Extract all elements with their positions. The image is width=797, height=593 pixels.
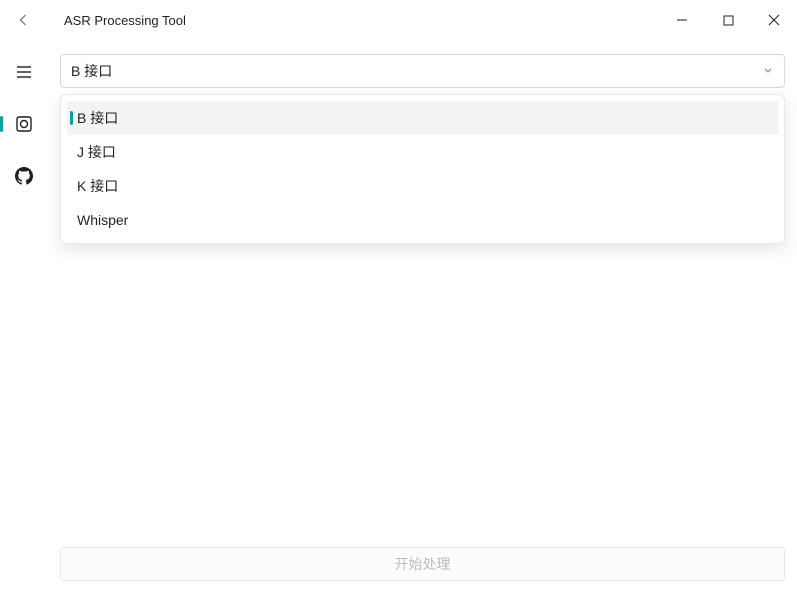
close-icon — [768, 14, 780, 26]
interface-option[interactable]: J 接口 — [67, 135, 778, 169]
maximize-button[interactable] — [705, 4, 751, 36]
interface-option-label: J 接口 — [77, 142, 116, 162]
close-button[interactable] — [751, 4, 797, 36]
main-panel: B 接口 B 接口 J 接口 K 接口 Whisper — [48, 40, 797, 593]
start-button-label: 开始处理 — [395, 554, 451, 574]
chevron-down-icon — [762, 63, 774, 79]
start-button[interactable]: 开始处理 — [60, 547, 785, 581]
minimize-button[interactable] — [659, 4, 705, 36]
window-controls — [659, 4, 797, 36]
interface-select-dropdown: B 接口 J 接口 K 接口 Whisper — [60, 94, 785, 244]
interface-option-label: K 接口 — [77, 176, 118, 196]
interface-option[interactable]: Whisper — [67, 203, 778, 237]
sidebar — [0, 40, 48, 593]
interface-option[interactable]: B 接口 — [67, 101, 778, 135]
window-title: ASR Processing Tool — [64, 13, 186, 28]
interface-select-box[interactable]: B 接口 — [60, 54, 785, 88]
footer: 开始处理 — [60, 547, 785, 581]
hamburger-icon — [15, 63, 33, 81]
interface-option-label: Whisper — [77, 212, 128, 228]
title-bar: ASR Processing Tool — [0, 0, 797, 40]
sidebar-item-menu[interactable] — [8, 56, 40, 88]
back-button[interactable] — [8, 4, 40, 36]
github-icon — [15, 167, 33, 185]
target-icon — [15, 115, 33, 133]
sidebar-item-process[interactable] — [8, 108, 40, 140]
arrow-left-icon — [16, 12, 32, 28]
sidebar-item-github[interactable] — [8, 160, 40, 192]
interface-select: B 接口 B 接口 J 接口 K 接口 Whisper — [60, 54, 785, 88]
interface-option[interactable]: K 接口 — [67, 169, 778, 203]
interface-select-value: B 接口 — [71, 61, 112, 81]
maximize-icon — [723, 15, 734, 26]
app-shell: B 接口 B 接口 J 接口 K 接口 Whisper — [0, 40, 797, 593]
minimize-icon — [676, 14, 688, 26]
interface-option-label: B 接口 — [77, 108, 118, 128]
